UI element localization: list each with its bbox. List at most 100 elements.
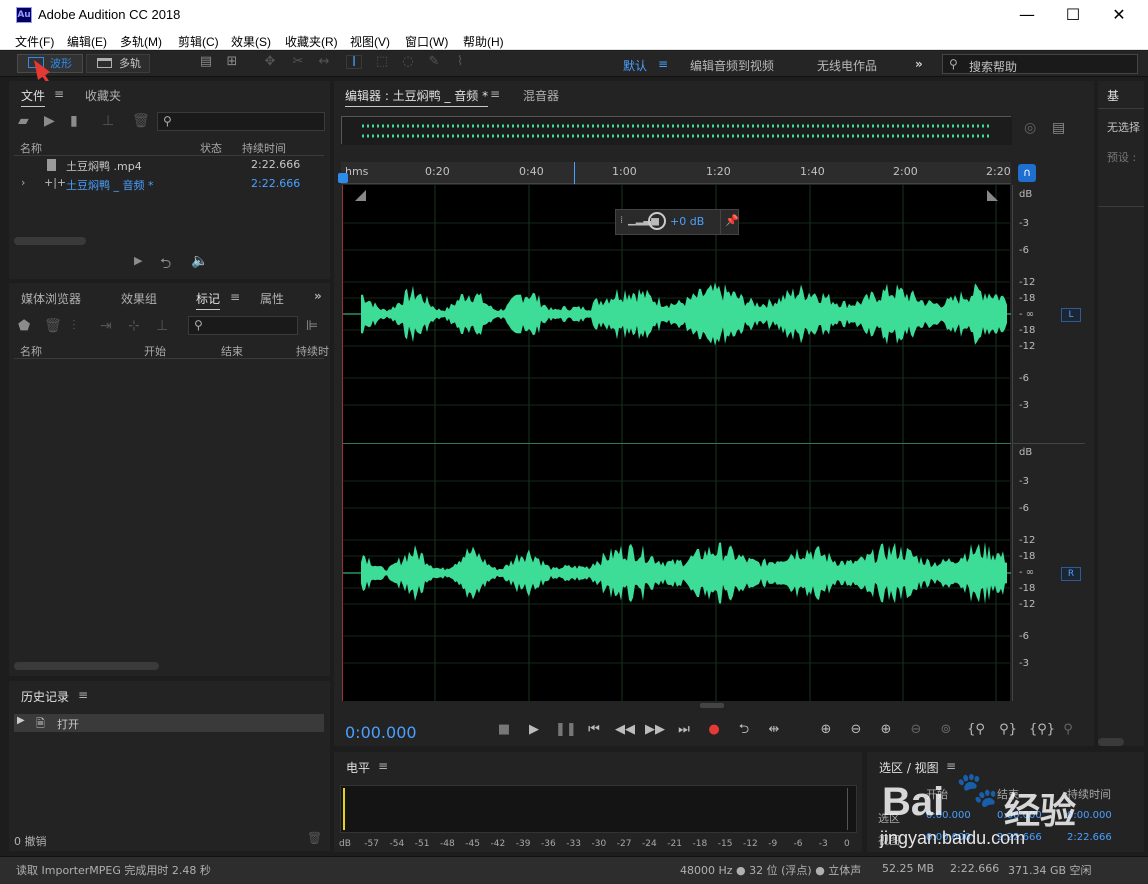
spot-healing-icon[interactable]: ⌇ xyxy=(452,55,468,69)
horizontal-scrollbar[interactable] xyxy=(14,237,86,245)
column-duration[interactable]: 持续时间 xyxy=(242,140,286,156)
maximize-button[interactable]: ☐ xyxy=(1050,0,1096,30)
expand-chevron-icon[interactable]: › xyxy=(21,176,25,189)
clear-history-icon[interactable]: 🗑 xyxy=(307,831,322,845)
zoom-out-amplitude-icon[interactable]: ⊖ xyxy=(847,722,865,738)
ruler-time-format[interactable]: hms xyxy=(345,165,368,178)
column-name[interactable]: 名称 xyxy=(20,343,42,359)
tab-media-browser[interactable]: 媒体浏览器 xyxy=(21,290,81,307)
loop-preview-icon[interactable]: ⮌ xyxy=(160,253,171,277)
hud-drag-handle-icon[interactable]: ⁞ xyxy=(620,215,623,226)
zoom-out-time-icon[interactable]: ⊖ xyxy=(907,722,925,738)
tab-favorites[interactable]: 收藏夹 xyxy=(85,87,121,104)
menu-effects[interactable]: 效果(S) xyxy=(231,33,271,50)
play-preview-icon[interactable]: ▶ xyxy=(134,254,142,267)
hud-gain-value[interactable]: +0 dB xyxy=(670,215,704,228)
horizontal-scrollbar[interactable] xyxy=(14,662,159,670)
zoom-out-full-icon[interactable]: ⊚ xyxy=(937,722,955,738)
play-button[interactable]: ▶ xyxy=(525,722,543,738)
pin-hud-icon[interactable]: 📌 xyxy=(725,214,739,227)
export-markers-icon[interactable]: ⇥ xyxy=(100,318,112,334)
go-to-end-button[interactable]: ⏭ xyxy=(675,722,693,738)
table-row[interactable]: › +|+ 土豆焖鸭 _ 音频 * 2:22.666 xyxy=(14,176,324,193)
menu-clip[interactable]: 剪辑(C) xyxy=(178,33,219,50)
fast-forward-button[interactable]: ▶▶ xyxy=(645,722,665,738)
zoom-in-at-start-icon[interactable]: {⚲ xyxy=(967,722,985,738)
brush-tool-icon[interactable]: ✎ xyxy=(426,55,442,69)
view-duration-value[interactable]: 2:22.666 xyxy=(1067,832,1112,843)
marquee-tool-icon[interactable]: ⬚ xyxy=(374,55,390,69)
delete-marker-icon[interactable]: 🗑 xyxy=(44,318,62,334)
lasso-tool-icon[interactable]: ◌ xyxy=(400,55,416,69)
table-row[interactable]: 土豆焖鸭 .mp4 2:22.666 xyxy=(14,157,324,174)
right-channel-toggle[interactable]: R xyxy=(1061,567,1081,581)
files-search-input[interactable]: ⚲ xyxy=(157,112,325,131)
import-file-icon[interactable]: ▶ xyxy=(44,113,55,129)
history-panel-title[interactable]: 历史记录 xyxy=(21,688,69,705)
current-time-display[interactable]: 0:00.000 xyxy=(345,723,417,742)
playhead-handle[interactable] xyxy=(338,173,348,183)
level-panel-title[interactable]: 电平 xyxy=(346,759,370,776)
insert-into-multitrack-icon[interactable]: ⊥ xyxy=(102,113,114,129)
menu-file[interactable]: 文件(F) xyxy=(15,33,54,50)
tab-effects-rack[interactable]: 效果组 xyxy=(121,290,157,307)
menu-favorites[interactable]: 收藏夹(R) xyxy=(285,33,338,50)
go-to-start-button[interactable]: ⏮ xyxy=(585,722,603,738)
workspace-edit-audio-to-video[interactable]: 编辑音频到视频 xyxy=(690,57,774,74)
column-end[interactable]: 结束 xyxy=(221,343,243,359)
editor-menu-icon[interactable]: ≡ xyxy=(490,87,500,101)
tab-files[interactable]: 文件 xyxy=(21,87,46,107)
horizontal-scroll-track[interactable] xyxy=(342,702,1084,710)
menu-multitrack[interactable]: 多轨(M) xyxy=(120,33,162,50)
tab-markers[interactable]: 标记 xyxy=(196,290,221,310)
selection-duration-value[interactable]: 0:00.000 xyxy=(1067,810,1112,821)
horizontal-scrollbar[interactable] xyxy=(1098,738,1124,746)
batch-process-icon[interactable]: ⊹ xyxy=(128,318,140,334)
editor-options-icon[interactable]: ▤ xyxy=(1052,120,1065,136)
zoom-reset-icon[interactable]: ⚲ xyxy=(1059,722,1077,738)
markers-panel-menu-icon[interactable]: ≡ xyxy=(230,290,240,304)
tab-mixer[interactable]: 混音器 xyxy=(523,87,559,104)
zoom-in-amplitude-icon[interactable]: ⊕ xyxy=(817,722,835,738)
view-end-value[interactable]: 2:22.666 xyxy=(997,832,1042,843)
add-marker-icon[interactable]: ⬟ xyxy=(18,318,30,334)
snap-magnet-icon[interactable]: ∩ xyxy=(1018,164,1036,182)
move-tool-icon[interactable]: ✥ xyxy=(262,55,278,69)
hud-gain-control[interactable]: ⁞ ▁▂▃▅ +0 dB 📌 xyxy=(615,209,739,235)
search-help-box[interactable]: ⚲ 搜索帮助 xyxy=(942,54,1138,74)
razor-tool-icon[interactable]: ✂ xyxy=(290,55,306,69)
delete-file-icon[interactable]: 🗑 xyxy=(132,113,150,129)
column-status[interactable]: 状态 xyxy=(200,140,222,156)
stop-button[interactable]: ■ xyxy=(495,722,513,738)
record-button[interactable]: ● xyxy=(705,722,723,738)
pause-button[interactable]: ❚❚ xyxy=(555,722,577,738)
level-panel-menu-icon[interactable]: ≡ xyxy=(378,759,388,773)
column-duration[interactable]: 持续时 xyxy=(296,343,329,359)
autoplay-speaker-icon[interactable]: 🔈 xyxy=(191,253,208,269)
rewind-button[interactable]: ◀◀ xyxy=(615,722,635,738)
time-ruler[interactable]: hms 0:20 0:40 1:00 1:20 1:40 2:00 2:20 xyxy=(338,162,1011,184)
marker-filter-icon[interactable]: ⊫ xyxy=(306,318,318,334)
spectral-pitch-icon[interactable]: ⊞ xyxy=(224,55,240,69)
open-folder-icon[interactable]: ▰ xyxy=(18,113,29,129)
new-file-icon[interactable]: ▮ xyxy=(70,113,78,129)
scroll-grip[interactable] xyxy=(700,703,724,708)
zoom-in-at-end-icon[interactable]: ⚲} xyxy=(999,722,1017,738)
minimize-button[interactable]: — xyxy=(1004,0,1050,30)
workspace-default[interactable]: 默认 xyxy=(623,57,647,74)
menu-window[interactable]: 窗口(W) xyxy=(405,33,448,50)
loop-playback-button[interactable]: ⮌ xyxy=(735,722,753,738)
essential-sound-title[interactable]: 基 xyxy=(1107,87,1119,104)
files-panel-menu-icon[interactable]: ≡ xyxy=(54,87,64,101)
waveform-overview[interactable] xyxy=(341,116,1012,145)
menu-help[interactable]: 帮助(H) xyxy=(463,33,504,50)
skip-selection-button[interactable]: ⇹ xyxy=(765,722,783,738)
tab-editor[interactable]: 编辑器 : 土豆焖鸭 _ 音频 * xyxy=(345,87,489,107)
selection-view-menu-icon[interactable]: ≡ xyxy=(946,759,956,773)
workspace-menu-icon[interactable]: ≡ xyxy=(658,57,668,71)
waveform-display[interactable]: ⁞ ▁▂▃▅ +0 dB 📌 xyxy=(342,185,1011,701)
menu-edit[interactable]: 编辑(E) xyxy=(67,33,107,50)
history-panel-menu-icon[interactable]: ≡ xyxy=(78,688,88,702)
slip-tool-icon[interactable]: ↔ xyxy=(316,55,332,69)
more-workspaces-button[interactable]: » xyxy=(915,57,923,71)
